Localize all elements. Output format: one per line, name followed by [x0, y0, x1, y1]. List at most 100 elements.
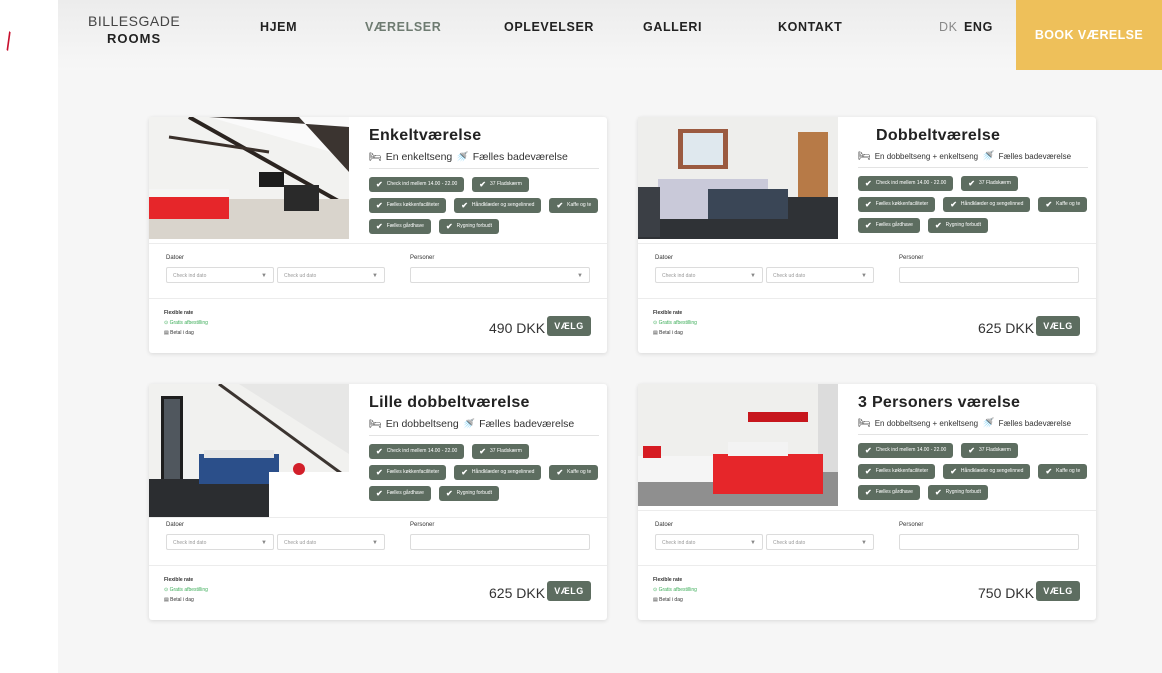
persons-label: Personer — [899, 255, 924, 261]
divider — [858, 434, 1088, 435]
nav-hjem[interactable]: HJEM — [260, 20, 297, 34]
amenity-chip: ✔ Fælles gårdhave — [858, 485, 920, 500]
room-photo — [638, 117, 838, 239]
persons-label: Personer — [899, 522, 924, 528]
nav-kontakt[interactable]: KONTAKT — [778, 20, 842, 34]
amenity-chip: ✔ Check ind mellem 14.00 - 22.00 — [858, 176, 954, 191]
shower-icon: 🚿 — [462, 418, 476, 430]
pay-today: ▤ Betal i dag — [653, 597, 683, 603]
room-features: 🛏 En dobbeltseng 🚿 Fælles badeværelse — [369, 418, 599, 430]
amenity-chips: ✔ Check ind mellem 14.00 - 22.00 ✔ 37 Flad… — [369, 444, 599, 501]
room-title: Dobbeltværelse — [876, 127, 1001, 144]
amenity-chip: ✔ 37 Fladskærm — [961, 443, 1018, 458]
checkout-select[interactable]: Check ud dato ▼ — [277, 267, 385, 283]
persons-label: Personer — [410, 255, 435, 261]
persons-select[interactable] — [410, 534, 590, 550]
amenity-chips: ✔ Check ind mellem 14.00 - 22.00 ✔ 37 Flad… — [858, 443, 1088, 500]
room-title: Enkeltværelse — [369, 127, 482, 144]
room-card-double: Dobbeltværelse 🛏 En dobbeltseng + enkelt… — [638, 117, 1096, 353]
nav-vaerelser[interactable]: VÆRELSER — [365, 20, 441, 34]
room-card-small-double: Lille dobbeltværelse 🛏 En dobbeltseng 🚿 … — [149, 384, 607, 620]
bath-type: Fælles badeværelse — [472, 151, 568, 163]
chevron-down-icon: ▼ — [372, 540, 378, 546]
checkin-select[interactable]: Check ind dato ▼ — [166, 267, 274, 283]
rate-name: Flexible rate — [653, 577, 683, 583]
select-room-button[interactable]: VÆLG — [547, 316, 591, 336]
bath-type: Fælles badeværelse — [998, 419, 1072, 428]
checkout-select[interactable]: Check ud dato ▼ — [766, 267, 874, 283]
select-room-button[interactable]: VÆLG — [547, 581, 591, 601]
room-info: Enkeltværelse 🛏 En enkeltseng 🚿 Fælles b… — [369, 125, 599, 234]
chevron-down-icon: ▼ — [261, 273, 267, 279]
check-icon: ✔ — [376, 201, 383, 210]
divider — [638, 510, 1096, 511]
select-room-button[interactable]: VÆLG — [1036, 581, 1080, 601]
free-cancel: ⊙ Gratis afbestilling — [653, 320, 697, 326]
chevron-down-icon: ▼ — [372, 273, 378, 279]
logo[interactable]: BILLESGADE ROOMS — [88, 12, 180, 48]
book-room-button[interactable]: BOOK VÆRELSE — [1016, 0, 1162, 70]
bed-icon: 🛏 — [369, 418, 382, 430]
rate-name: Flexible rate — [164, 577, 194, 583]
divider — [638, 565, 1096, 566]
free-cancel: ⊙ Gratis afbestilling — [164, 587, 208, 593]
pay-today: ▤ Betal i dag — [164, 330, 194, 336]
amenity-chip: ✔ Håndklæder og sengelinned — [943, 464, 1031, 479]
divider — [149, 517, 607, 518]
logo-line2: ROOMS — [107, 31, 162, 46]
room-info: Lille dobbeltværelse 🛏 En dobbeltseng 🚿 … — [369, 392, 599, 501]
chevron-down-icon: ▼ — [861, 273, 867, 279]
room-title: 3 Personers værelse — [858, 394, 1021, 411]
check-icon: ✔ — [556, 201, 564, 210]
check-icon: ✔ — [1045, 200, 1053, 209]
check-icon: ✔ — [376, 468, 383, 477]
check-icon: ✔ — [865, 179, 872, 188]
persons-select[interactable] — [899, 534, 1079, 550]
select-room-button[interactable]: VÆLG — [1036, 316, 1080, 336]
persons-select[interactable]: ▼ — [410, 267, 590, 283]
nav-oplevelser[interactable]: OPLEVELSER — [504, 20, 594, 34]
lang-eng[interactable]: ENG — [964, 20, 993, 34]
check-icon: ✔ — [934, 221, 942, 230]
check-icon: ✔ — [445, 222, 453, 231]
dates-label: Datoer — [166, 255, 185, 261]
amenity-chip: ✔ Fælles gårdhave — [858, 218, 920, 233]
chevron-down-icon: ▼ — [261, 540, 267, 546]
checkout-select[interactable]: Check ud dato ▼ — [766, 534, 874, 550]
bed-type: En enkeltseng — [385, 151, 453, 163]
divider — [149, 565, 607, 566]
checkin-select[interactable]: Check ind dato ▼ — [166, 534, 274, 550]
lang-dk[interactable]: DK — [939, 20, 958, 34]
amenity-chip: ✔ Håndklæder og sengelinned — [454, 198, 542, 213]
checkin-select[interactable]: Check ind dato ▼ — [655, 267, 763, 283]
amenity-chip: ✔ Kaffe og te — [1038, 464, 1088, 479]
amenity-chip: ✔ Check ind mellem 14.00 - 22.00 — [369, 444, 465, 459]
check-icon: ✔ — [376, 489, 383, 498]
divider — [149, 243, 607, 244]
room-features: 🛏 En enkeltseng 🚿 Fælles badeværelse — [369, 151, 599, 163]
room-info: Dobbeltværelse 🛏 En dobbeltseng + enkelt… — [858, 125, 1088, 233]
pay-today: ▤ Betal i dag — [653, 330, 683, 336]
check-icon: ✔ — [934, 488, 942, 497]
amenity-chip: ✔ 37 Fladskærm — [961, 176, 1018, 191]
amenity-chip: ✔ 37 Fladskærm — [472, 177, 529, 192]
bed-icon: 🛏 — [369, 151, 382, 163]
persons-select[interactable] — [899, 267, 1079, 283]
check-icon: ✔ — [865, 446, 872, 455]
checkout-select[interactable]: Check ud dato ▼ — [277, 534, 385, 550]
room-price: 750 DKK — [978, 585, 1035, 601]
shower-icon: 🚿 — [456, 151, 469, 163]
check-icon: ✔ — [950, 467, 957, 476]
room-features: 🛏 En dobbeltseng + enkeltseng 🚿 Fælles b… — [858, 151, 1088, 162]
amenity-chip: ✔ Fælles køkkenfaciliteter — [858, 197, 936, 212]
nav-galleri[interactable]: GALLERI — [643, 20, 702, 34]
check-icon: ✔ — [968, 179, 975, 188]
checkin-select[interactable]: Check ind dato ▼ — [655, 534, 763, 550]
shower-icon: 🚿 — [982, 418, 995, 429]
chevron-down-icon: ▼ — [750, 273, 756, 279]
amenity-chip: ✔ Kaffe og te — [549, 198, 599, 213]
room-card-triple: 3 Personers værelse 🛏 En dobbeltseng + e… — [638, 384, 1096, 620]
amenity-chips: ✔ Check ind mellem 14.00 - 22.00 ✔ 37 Flad… — [369, 177, 599, 234]
check-icon: ✔ — [479, 447, 486, 456]
amenity-chip: ✔ Fælles køkkenfaciliteter — [858, 464, 936, 479]
